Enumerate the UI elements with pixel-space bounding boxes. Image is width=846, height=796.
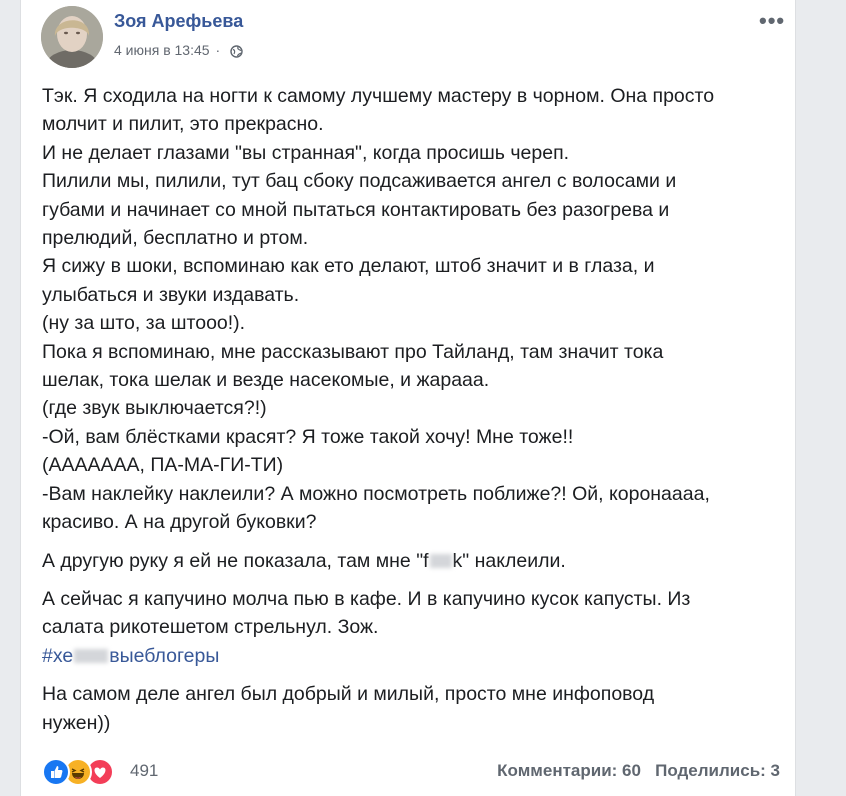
paragraph-3: А сейчас я капучино молча пью в кафе. И … — [42, 585, 782, 670]
text-line: (ну за што, за штооо!). — [42, 312, 246, 335]
censored-blur — [429, 553, 452, 568]
comments-count-link[interactable]: Комментарии: 60 — [497, 761, 641, 780]
text-line: (АААААAA, ПА-МА-ГИ-ТИ) — [42, 454, 284, 477]
text-line: шелак, тока шелак и везде насекомые, и ж… — [42, 369, 490, 392]
censored-blur — [74, 648, 109, 663]
text-line: нужен)) — [42, 711, 111, 734]
more-options-button[interactable]: ••• — [759, 8, 785, 34]
author-name[interactable]: Зоя Арефьева — [114, 11, 243, 32]
text-line: Пилили мы, пилили, тут бац сбоку подсажи… — [42, 170, 677, 193]
post-text: Тэк. Я сходила на ногти к самому лучшему… — [42, 82, 782, 747]
post-meta: 4 июня в 13:45 · — [114, 42, 243, 61]
post-date[interactable]: 4 июня в 13:45 — [114, 42, 210, 58]
text-line: молчит и пилит, это прекрасно. — [42, 113, 324, 136]
text-part: А другую руку я ей не показала, там мне … — [42, 549, 429, 572]
text-line: А сейчас я капучино молча пью в кафе. И … — [42, 587, 691, 610]
post-footer: 491 Комментарии: 60 Поделились: 3 — [42, 756, 780, 788]
avatar-photo — [41, 6, 103, 68]
text-line: салата рикотешетом стрельнул. Зож. — [42, 616, 379, 639]
post-stats: Комментарии: 60 Поделились: 3 — [497, 761, 780, 781]
reactions-summary[interactable] — [42, 758, 126, 788]
post-card: Зоя Арефьева 4 июня в 13:45 · ••• Тэк. Я… — [20, 0, 796, 796]
text-line: И не делает глазами "вы странная", когда… — [42, 141, 570, 164]
paragraph-2: А другую руку я ей не показала, там мне … — [42, 547, 782, 575]
text-line: Пока я вспоминаю, мне рассказывают про Т… — [42, 340, 664, 363]
reaction-count[interactable]: 491 — [130, 761, 158, 781]
shares-count-link[interactable]: Поделились: 3 — [655, 761, 780, 780]
hashtag-part: выеблогеры — [109, 644, 220, 667]
text-line: Тэк. Я сходила на ногти к самому лучшему… — [42, 85, 715, 107]
meta-separator: · — [215, 42, 221, 58]
paragraph-1: Тэк. Я сходила на ногти к самому лучшему… — [42, 82, 782, 537]
globe-icon[interactable] — [230, 45, 243, 61]
text-line: -Вам наклейку наклеили? А можно посмотре… — [42, 482, 710, 505]
paragraph-4: На самом деле ангел был добрый и милый, … — [42, 680, 782, 737]
text-line: красиво. А на другой буковки? — [42, 511, 317, 534]
text-line: улыбаться и звуки издавать. — [42, 283, 300, 306]
text-line: прелюдий, бесплатно и ртом. — [42, 227, 309, 250]
hashtag-part: #хе — [42, 644, 74, 667]
like-reaction-icon — [42, 758, 70, 786]
text-line: Я сижу в шоки, вспоминаю как ето делают,… — [42, 255, 655, 278]
text-line: губами и начинает со мной пытаться конта… — [42, 198, 670, 221]
text-part: k" наклеили. — [452, 549, 566, 572]
author-avatar[interactable] — [41, 6, 103, 68]
text-line: А другую руку я ей не показала, там мне … — [42, 547, 782, 575]
text-line: (где звук выключается?!) — [42, 397, 267, 420]
text-line: На самом деле ангел был добрый и милый, … — [42, 683, 655, 706]
text-line: -Ой, вам блёстками красят? Я тоже такой … — [42, 425, 574, 448]
hashtag-link[interactable]: #хе выеблогеры — [42, 642, 782, 670]
